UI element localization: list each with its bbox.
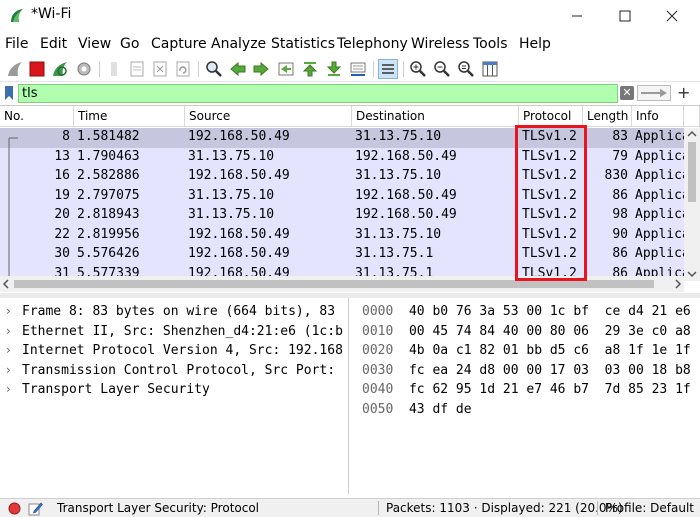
detail-row-ethernet[interactable]: › Ethernet II, Src: Shenzhen_d4:21:e6 (1c… — [6, 324, 343, 344]
expand-arrow-icon[interactable]: › — [6, 343, 22, 357]
related-packet-bracket — [8, 137, 18, 278]
expand-arrow-icon[interactable]: › — [6, 324, 22, 338]
detail-row-tls[interactable]: › Transport Layer Security — [6, 382, 210, 402]
expert-info-icon[interactable] — [8, 502, 21, 515]
menu-tools[interactable]: Tools — [473, 36, 508, 52]
save-file-icon[interactable] — [127, 59, 147, 79]
menu-edit[interactable]: Edit — [40, 36, 67, 52]
close-icon[interactable] — [652, 4, 692, 28]
packet-list: No. Time Source Destination Protocol Len… — [0, 105, 700, 293]
go-to-packet-icon[interactable] — [276, 59, 296, 79]
zoom-in-icon[interactable] — [408, 59, 428, 79]
column-header-no[interactable]: No. — [0, 106, 74, 127]
bookmark-icon[interactable] — [3, 85, 15, 101]
status-field-text: Transport Layer Security: Protocol — [57, 501, 260, 515]
clear-filter-icon[interactable]: ✕ — [620, 86, 634, 100]
menu-wireless[interactable]: Wireless — [411, 36, 470, 52]
maximize-icon[interactable] — [605, 4, 645, 28]
toolbar-separator — [373, 61, 374, 77]
status-profile[interactable]: Profile: Default — [605, 501, 694, 515]
stop-capture-icon[interactable] — [27, 59, 47, 79]
menu-analyze[interactable]: Analyze — [211, 36, 266, 52]
edit-comment-icon[interactable] — [28, 501, 43, 516]
packet-list-vertical-scrollbar[interactable] — [684, 128, 700, 281]
detail-row-tcp[interactable]: › Transmission Control Protocol, Src Port… — [6, 363, 335, 383]
auto-scroll-icon[interactable] — [348, 59, 368, 79]
column-header-length[interactable]: Length — [583, 106, 632, 127]
display-filter-bar: tls ✕ + — [0, 82, 700, 104]
apply-filter-button[interactable] — [637, 85, 671, 101]
close-file-icon[interactable] — [150, 59, 170, 79]
detail-row-frame[interactable]: › Frame 8: 83 bytes on wire (664 bits), 8… — [6, 304, 335, 324]
last-packet-icon[interactable] — [324, 59, 344, 79]
menu-go[interactable]: Go — [120, 36, 139, 52]
go-forward-icon[interactable] — [251, 59, 271, 79]
minimize-icon[interactable] — [557, 4, 597, 28]
add-filter-button[interactable]: + — [677, 83, 690, 102]
bytes-row[interactable]: 0030 fc ea 24 d8 00 00 17 03 03 00 18 b8 — [362, 363, 691, 383]
reload-file-icon[interactable] — [173, 59, 193, 79]
expand-arrow-icon[interactable]: › — [6, 382, 22, 396]
bytes-row[interactable]: 0040 fc 62 95 1d 21 e7 46 b7 7d 85 23 1f — [362, 382, 691, 402]
column-header-source[interactable]: Source — [185, 106, 352, 127]
display-filter-input[interactable]: tls — [18, 84, 618, 103]
toolbar-separator — [99, 61, 100, 77]
expand-arrow-icon[interactable]: › — [6, 363, 22, 377]
column-header-destination[interactable]: Destination — [352, 106, 519, 127]
resize-columns-icon[interactable] — [480, 59, 500, 79]
shark-fin-start-icon[interactable] — [5, 59, 25, 79]
capture-options-icon[interactable] — [74, 59, 94, 79]
protocol-column-highlight — [515, 125, 587, 281]
first-packet-icon[interactable] — [300, 59, 320, 79]
open-file-icon[interactable] — [104, 59, 124, 79]
status-bar: Transport Layer Security: Protocol Packe… — [0, 498, 700, 517]
main-toolbar — [0, 56, 700, 82]
window-title: *Wi-Fi — [31, 6, 72, 22]
menu-help[interactable]: Help — [519, 36, 551, 52]
menu-view[interactable]: View — [78, 36, 111, 52]
toolbar-separator — [198, 61, 199, 77]
menu-telephony[interactable]: Telephony — [337, 36, 408, 52]
bytes-row[interactable]: 0020 4b 0a c1 82 01 bb d5 c6 a8 1f 1e 1f — [362, 343, 691, 363]
title-bar: *Wi-Fi — [0, 0, 700, 31]
column-header-protocol[interactable]: Protocol — [519, 106, 583, 127]
go-back-icon[interactable] — [228, 59, 248, 79]
bytes-row[interactable]: 0010 00 45 74 84 40 00 80 06 29 3e c0 a8 — [362, 324, 691, 344]
bytes-row[interactable]: 0000 40 b0 76 3a 53 00 1c bf ce d4 21 e6 — [362, 304, 691, 324]
zoom-out-icon[interactable] — [432, 59, 452, 79]
menu-file[interactable]: File — [5, 36, 28, 52]
menu-bar: File Edit View Go Capture Analyze Statis… — [0, 33, 700, 55]
bytes-row[interactable]: 0050 43 df de — [362, 402, 472, 422]
status-separator — [378, 501, 379, 515]
status-separator — [597, 501, 598, 515]
menu-statistics[interactable]: Statistics — [271, 36, 335, 52]
toolbar-separator — [403, 61, 404, 77]
expand-arrow-icon[interactable]: › — [6, 304, 22, 318]
normal-size-icon[interactable] — [456, 59, 476, 79]
column-header-corner — [684, 106, 700, 127]
wireshark-fin-icon — [11, 9, 23, 22]
arrow-right-icon — [641, 89, 667, 97]
packet-bytes-pane: 0000 40 b0 76 3a 53 00 1c bf ce d4 21 e6… — [354, 298, 700, 494]
colorize-icon[interactable] — [378, 59, 398, 79]
find-packet-icon[interactable] — [204, 59, 224, 79]
restart-capture-icon[interactable] — [50, 59, 70, 79]
status-packet-count: Packets: 1103 · Displayed: 221 (20.0%) — [386, 501, 623, 515]
column-header-info[interactable]: Info — [632, 106, 684, 127]
column-header-time[interactable]: Time — [74, 106, 185, 127]
detail-row-ipv4[interactable]: › Internet Protocol Version 4, Src: 192.1… — [6, 343, 343, 363]
menu-capture[interactable]: Capture — [151, 36, 207, 52]
packet-details-pane: › Frame 8: 83 bytes on wire (664 bits), 8… — [0, 298, 349, 494]
